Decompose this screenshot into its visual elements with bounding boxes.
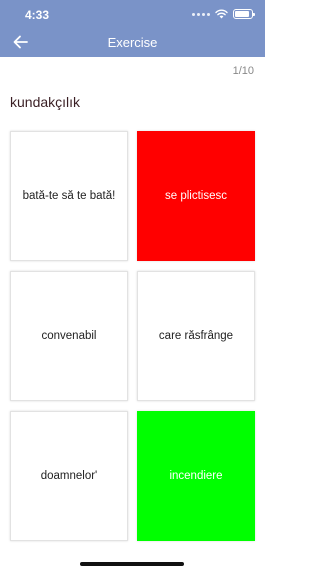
answer-label: convenabil: [41, 330, 97, 342]
answer-option-1[interactable]: bată-te să te bată!: [10, 131, 128, 261]
answer-label: incendiere: [169, 470, 223, 482]
wifi-icon: [215, 9, 228, 19]
home-indicator[interactable]: [80, 562, 184, 566]
answer-option-3[interactable]: convenabil: [10, 271, 128, 401]
battery-icon: [233, 9, 255, 19]
status-time: 4:33: [25, 8, 50, 22]
question-word: kundakçılık: [10, 94, 81, 110]
answer-option-2-wrong[interactable]: se plictisesc: [137, 131, 255, 261]
signal-dots-icon: [192, 12, 210, 16]
answer-label: se plictisesc: [165, 190, 227, 202]
answer-label: doamnelor': [40, 470, 98, 482]
question-progress: 1/10: [232, 65, 254, 77]
answer-label: care răsfrânge: [158, 330, 234, 342]
status-bar: 4:33: [0, 0, 265, 28]
answer-option-5[interactable]: doamnelor': [10, 411, 128, 541]
answer-label: bată-te să te bată!: [22, 190, 116, 202]
status-icons: [192, 9, 255, 19]
answer-option-6-correct[interactable]: incendiere: [137, 411, 255, 541]
app-header: 4:33 Exercise: [0, 0, 265, 57]
answer-option-4[interactable]: care răsfrânge: [137, 271, 255, 401]
navigation-bar: Exercise: [0, 28, 265, 57]
page-title: Exercise: [107, 35, 158, 50]
